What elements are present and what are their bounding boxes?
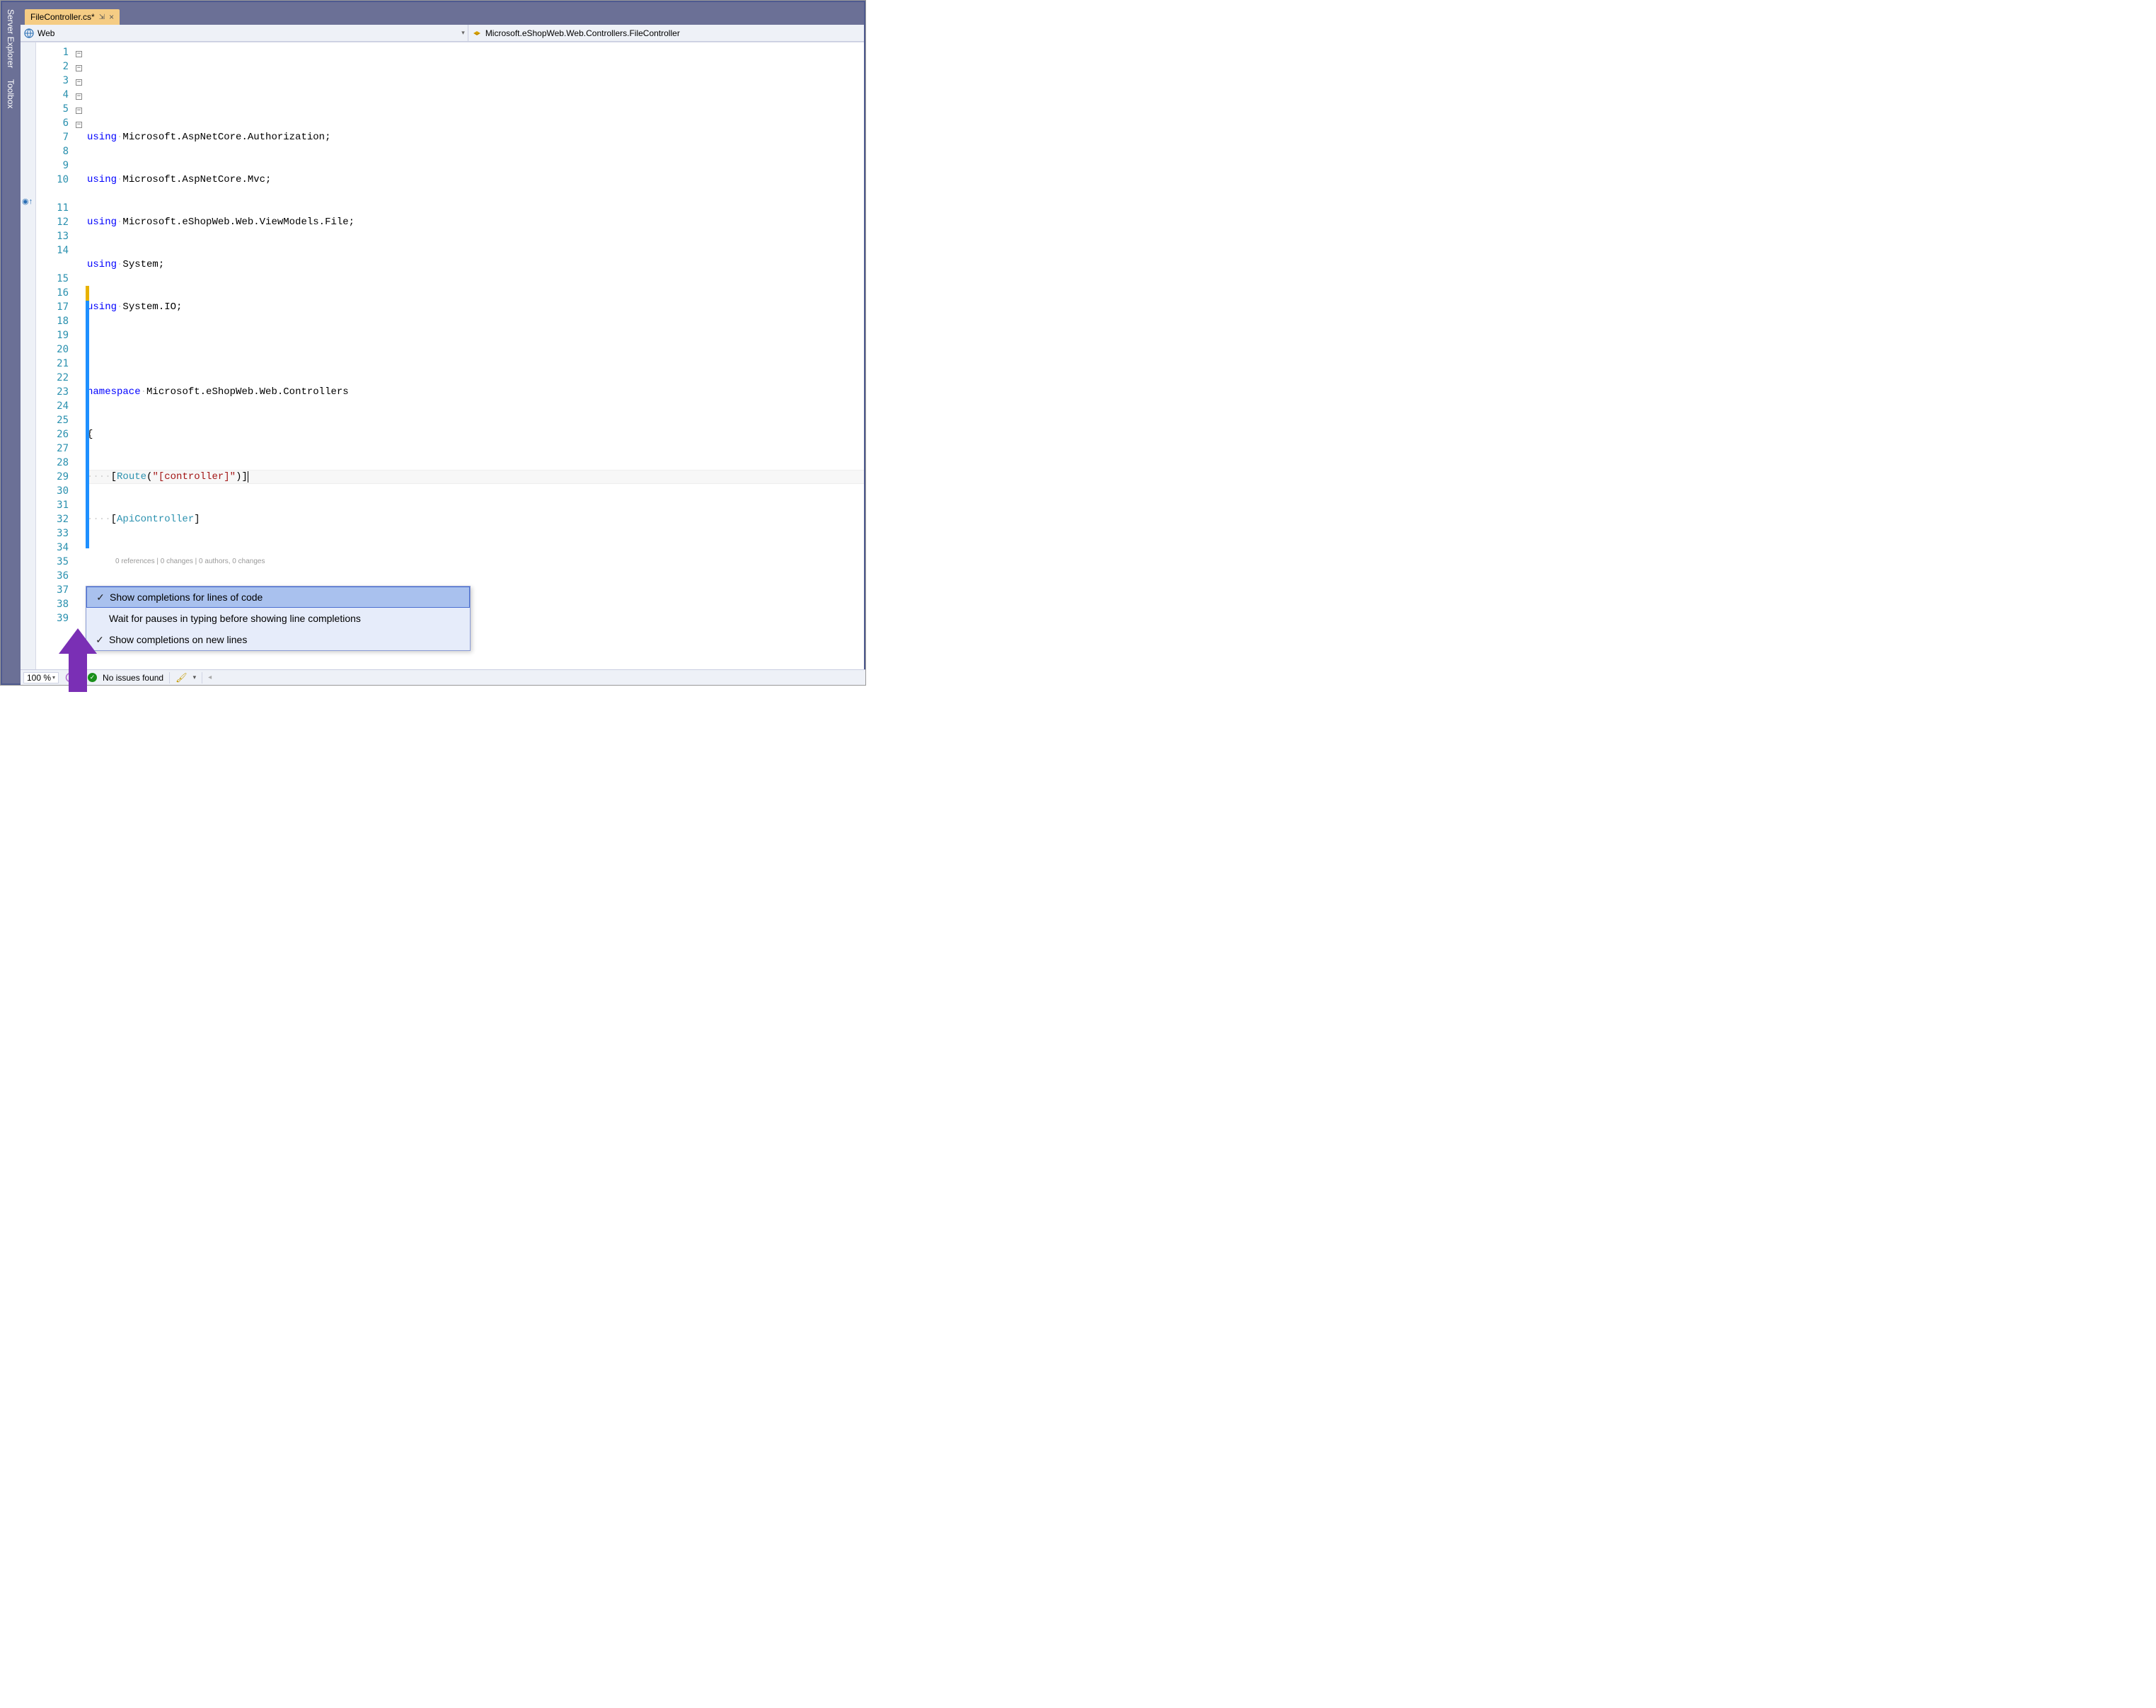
issues-label[interactable]: No issues found [103, 673, 163, 683]
chevron-down-icon: ▾ [461, 29, 465, 37]
navigation-bar: Web ▾ Microsoft.eShopWeb.Web.Controllers… [21, 25, 865, 42]
title-bar [21, 1, 865, 6]
indicator-margin: ◉↑ [21, 42, 36, 669]
fold-toggle[interactable]: − [76, 51, 82, 57]
fold-toggle[interactable]: − [76, 79, 82, 86]
nav-scope-type[interactable]: Microsoft.eShopWeb.Web.Controllers.FileC… [468, 25, 683, 41]
popup-item-show-completions-lines[interactable]: ✓ Show completions for lines of code [86, 587, 470, 608]
code-editor[interactable]: ◉↑ 12345678910 11121314 1516171819202122… [21, 42, 865, 669]
fold-toggle[interactable]: − [76, 93, 82, 100]
editor-status-bar: 100 % ▾ ✓ No issues found 🖌 ▾ ◂ [21, 669, 865, 685]
fold-toggle[interactable]: − [76, 108, 82, 114]
suggestion-indicator-icon[interactable]: ◉↑ [22, 197, 33, 206]
code-text-area[interactable]: using·Microsoft.AspNetCore.Authorization… [86, 42, 865, 669]
document-tab[interactable]: FileController.cs* ⇲ × [25, 9, 120, 25]
nav-scope-project-label: Web [38, 28, 54, 38]
globe-icon [23, 28, 35, 39]
change-bar-saved [86, 301, 89, 548]
codelens-class[interactable]: 0 references | 0 changes | 0 authors, 0 … [87, 555, 865, 569]
server-explorer-tab[interactable]: Server Explorer [4, 5, 18, 72]
popup-item-show-completions-newlines[interactable]: ✓ Show completions on new lines [86, 629, 470, 650]
popup-item-label: Show completions on new lines [109, 634, 247, 645]
main-area: FileController.cs* ⇲ × Web ▾ Microsoft.e… [21, 1, 865, 685]
popup-item-label: Show completions for lines of code [110, 592, 263, 603]
document-tab-row: FileController.cs* ⇲ × [21, 6, 865, 25]
toolbox-tab[interactable]: Toolbox [4, 75, 18, 112]
nav-scope-type-label: Microsoft.eShopWeb.Web.Controllers.FileC… [485, 28, 680, 38]
class-icon [471, 28, 483, 39]
popup-item-wait-pauses[interactable]: Wait for pauses in typing before showing… [86, 608, 470, 629]
fold-toggle[interactable]: − [76, 65, 82, 71]
outline-gutter: − − − − − − [76, 42, 86, 669]
cleanup-icon[interactable]: 🖌 [175, 672, 188, 683]
check-icon: ✓ [91, 592, 110, 604]
pin-icon[interactable]: ⇲ [99, 13, 105, 21]
separator [169, 672, 170, 683]
close-icon[interactable]: × [109, 12, 114, 22]
change-bar-modified [86, 286, 89, 301]
chevron-down-icon[interactable]: ▾ [193, 674, 197, 681]
fold-toggle[interactable]: − [76, 122, 82, 128]
intellicode-settings-popup: ✓ Show completions for lines of code Wai… [86, 586, 471, 651]
zoom-level[interactable]: 100 % ▾ [23, 672, 59, 683]
zoom-value: 100 % [27, 673, 51, 683]
callout-arrow-icon [59, 628, 97, 692]
nav-scope-project[interactable]: Web ▾ [21, 25, 468, 41]
popup-item-label: Wait for pauses in typing before showing… [109, 613, 361, 624]
document-tab-title: FileController.cs* [30, 12, 95, 22]
chevron-down-icon: ▾ [52, 674, 55, 681]
scroll-left-icon[interactable]: ◂ [208, 674, 212, 681]
tool-well: Server Explorer Toolbox [1, 1, 21, 685]
line-number-gutter: 12345678910 11121314 1516171819202122232… [36, 42, 76, 669]
